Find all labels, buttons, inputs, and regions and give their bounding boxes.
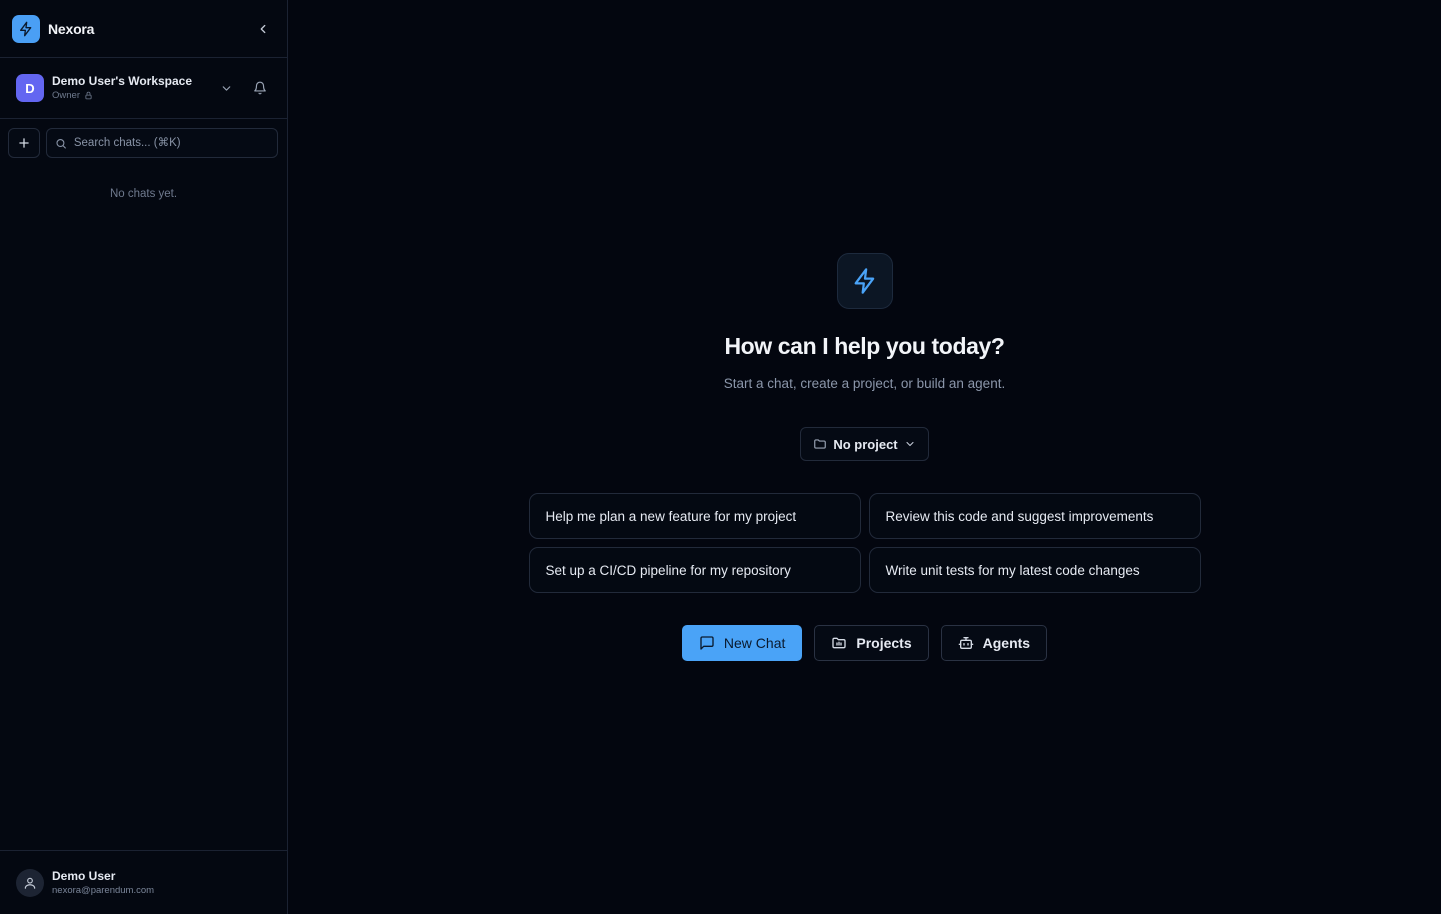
workspace-switcher: D Demo User's Workspace Owner xyxy=(0,58,287,119)
chevron-down-icon xyxy=(906,441,914,447)
project-selector-value: No project xyxy=(833,436,898,452)
workspace-info[interactable]: Demo User's Workspace Owner xyxy=(52,74,192,102)
avatar xyxy=(16,868,44,897)
suggestion-unit-tests[interactable]: Write unit tests for my latest code chan… xyxy=(868,547,1201,593)
message-square-icon xyxy=(700,636,714,650)
search-chats-box[interactable] xyxy=(46,128,278,158)
new-chat-button[interactable]: New Chat xyxy=(681,625,803,661)
bot-icon xyxy=(958,637,973,649)
user-profile[interactable]: Demo User nexora@parendum.com xyxy=(0,850,287,914)
sidebar: Nexora D Demo User's Workspace Owner Sea… xyxy=(0,0,288,914)
app-logo[interactable] xyxy=(12,14,40,43)
workspace-name: Demo User's Workspace xyxy=(52,74,193,88)
sidebar-header: Nexora xyxy=(0,0,287,58)
suggestion-plan-feature[interactable]: Help me plan a new feature for my projec… xyxy=(528,493,861,539)
suggestion-review-code[interactable]: Review this code and suggest improvement… xyxy=(868,493,1201,539)
chevron-down-icon xyxy=(222,85,230,91)
lock-icon xyxy=(85,91,92,100)
user-email: nexora@parendum.com xyxy=(52,884,155,896)
chevron-left-icon xyxy=(260,24,266,33)
search-icon xyxy=(56,138,66,148)
sidebar-search-row xyxy=(0,119,287,158)
workspace-role-label: Owner xyxy=(52,90,80,101)
user-name: Demo User xyxy=(52,868,116,883)
user-icon xyxy=(24,877,36,889)
app-root: Nexora D Demo User's Workspace Owner Sea… xyxy=(0,0,1441,914)
project-selector[interactable]: No project xyxy=(800,427,929,461)
main-content: How can I help you today? Start a chat, … xyxy=(288,0,1441,914)
agents-label: Agents xyxy=(982,635,1031,651)
bell-icon xyxy=(254,81,266,95)
welcome-panel: How can I help you today? Start a chat, … xyxy=(288,253,1441,661)
quick-actions: New Chat Projects Agents xyxy=(681,625,1048,661)
lightning-bolt-icon xyxy=(854,268,874,294)
notifications-button[interactable] xyxy=(249,77,271,99)
workspace-role: Owner xyxy=(52,89,192,102)
new-chat-small-button[interactable] xyxy=(8,128,40,158)
app-name: Nexora xyxy=(48,20,95,37)
user-info: Demo User nexora@parendum.com xyxy=(52,869,154,897)
page-subtitle: Start a chat, create a project, or build… xyxy=(723,376,1006,391)
folder-icon xyxy=(814,439,827,449)
hero-logo xyxy=(836,253,893,309)
empty-chats-message: No chats yet. xyxy=(109,188,178,200)
search-chats-input[interactable] xyxy=(73,137,269,149)
new-chat-label: New Chat xyxy=(723,635,786,651)
projects-button[interactable]: Projects xyxy=(814,625,929,661)
agents-button[interactable]: Agents xyxy=(940,625,1048,661)
suggestion-grid: Help me plan a new feature for my projec… xyxy=(528,493,1201,593)
lightning-bolt-icon xyxy=(20,21,32,36)
folder-icon xyxy=(832,637,847,649)
suggestion-cicd-pipeline[interactable]: Set up a CI/CD pipeline for my repositor… xyxy=(528,547,861,593)
workspace-avatar[interactable]: D xyxy=(16,74,44,102)
collapse-sidebar-button[interactable] xyxy=(251,17,275,41)
projects-label: Projects xyxy=(856,635,912,651)
page-title: How can I help you today? xyxy=(724,333,1005,359)
plus-icon xyxy=(19,138,29,148)
workspace-dropdown-button[interactable] xyxy=(215,77,237,99)
